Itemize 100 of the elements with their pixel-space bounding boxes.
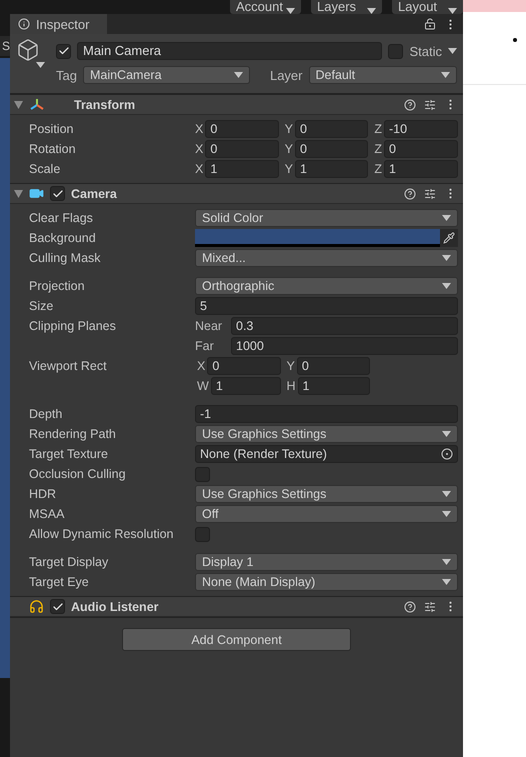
checkbox[interactable] <box>195 466 210 482</box>
tag-dropdown[interactable]: MainCamera <box>82 66 250 84</box>
dropdown-arrow-icon <box>234 72 243 78</box>
help-icon[interactable] <box>404 98 416 110</box>
axes-icon <box>29 98 45 112</box>
dropdown-arrow-icon <box>442 579 451 585</box>
enabled-checkbox[interactable] <box>50 599 65 614</box>
add-component-button[interactable]: Add Component <box>122 628 351 651</box>
active-checkbox[interactable] <box>56 44 71 58</box>
axis-label: X <box>197 359 206 373</box>
dropdown[interactable]: Orthographic <box>195 277 458 295</box>
inspector-tab[interactable]: Inspector <box>10 14 108 34</box>
property-label: Clear Flags <box>29 211 94 225</box>
axis-label: W <box>197 379 209 393</box>
layer-label: Layer <box>270 68 302 82</box>
field-label: Near <box>195 319 224 333</box>
camera-icon <box>29 186 44 201</box>
name-field[interactable]: Main Camera <box>77 42 382 60</box>
property-label: Background <box>29 231 97 245</box>
number-field[interactable]: 1 <box>298 377 370 395</box>
headphones-icon <box>29 599 44 614</box>
property-label: Rendering Path <box>29 427 117 441</box>
number-field[interactable]: 1 <box>295 160 368 178</box>
dropdown-arrow-icon <box>442 511 451 517</box>
property-label: Scale <box>29 162 62 176</box>
lock-icon[interactable] <box>424 18 436 30</box>
dropdown-arrow-icon <box>442 215 451 221</box>
checkbox[interactable] <box>195 526 210 542</box>
property-label: Target Eye <box>29 575 90 589</box>
axis-label: H <box>286 379 296 393</box>
component-header[interactable]: Camera <box>10 183 463 204</box>
presets-icon[interactable] <box>424 600 436 612</box>
layer-dropdown[interactable]: Default <box>308 66 457 84</box>
number-field[interactable]: 5 <box>195 297 458 315</box>
dropdown-arrow-icon <box>448 8 457 14</box>
dropdown[interactable]: Solid Color <box>195 209 458 227</box>
toolbar-dropdown[interactable]: Account <box>230 0 301 14</box>
property-label: Culling Mask <box>29 251 102 265</box>
dropdown[interactable]: None (Main Display) <box>195 573 458 591</box>
info-icon <box>18 18 30 30</box>
property-label: Rotation <box>29 142 77 156</box>
axis-label: Y <box>284 142 294 156</box>
tag-label: Tag <box>56 68 77 82</box>
dropdown[interactable]: Use Graphics Settings <box>195 485 458 503</box>
number-field[interactable]: 1 <box>210 377 280 395</box>
axis-label: Z <box>374 142 382 156</box>
foldout-arrow-icon[interactable] <box>14 190 23 198</box>
number-field[interactable]: -1 <box>195 405 458 423</box>
axis-label: Z <box>374 122 382 136</box>
dropdown[interactable]: Display 1 <box>195 553 458 571</box>
axis-label: Y <box>284 122 294 136</box>
dropdown-arrow-icon[interactable] <box>36 62 45 68</box>
object-field[interactable]: None (Render Texture) <box>195 445 458 463</box>
toolbar-dropdown[interactable]: Layout <box>392 0 463 14</box>
property-label: MSAA <box>29 507 66 521</box>
panel-tab-label[interactable]: S <box>0 36 10 56</box>
dropdown-arrow-icon <box>442 283 451 289</box>
dropdown[interactable]: Use Graphics Settings <box>195 425 458 443</box>
number-field[interactable]: 0 <box>295 120 368 138</box>
foldout-arrow-icon[interactable] <box>14 100 23 108</box>
number-field[interactable]: -10 <box>384 120 458 138</box>
eyedropper-icon[interactable] <box>443 232 455 244</box>
presets-icon[interactable] <box>424 98 436 110</box>
help-icon[interactable] <box>404 188 416 200</box>
property-label: Depth <box>29 407 64 421</box>
component-header[interactable]: Transform <box>10 94 463 115</box>
target-icon[interactable] <box>441 448 453 460</box>
dropdown-arrow-icon <box>448 48 457 54</box>
toolbar-dropdown[interactable]: Layers <box>311 0 382 14</box>
axis-label: Z <box>374 162 382 176</box>
axis-label: X <box>195 142 204 156</box>
number-field[interactable]: 1 <box>384 160 458 178</box>
property-label: Target Texture <box>29 447 109 461</box>
number-field[interactable]: 0 <box>205 140 279 158</box>
axis-label: Y <box>284 162 294 176</box>
header-strip <box>463 0 526 12</box>
property-label: Allow Dynamic Resolution <box>29 527 175 541</box>
presets-icon[interactable] <box>424 188 436 200</box>
dot <box>513 38 517 42</box>
dropdown[interactable]: Off <box>195 505 458 523</box>
number-field[interactable]: 0 <box>296 357 370 375</box>
number-field[interactable]: 0 <box>205 120 279 138</box>
property-label: Position <box>29 122 74 136</box>
dropdown-arrow-icon <box>442 559 451 565</box>
help-icon[interactable] <box>404 600 416 612</box>
property-label: Size <box>29 299 54 313</box>
number-field[interactable]: 0.3 <box>231 317 458 335</box>
number-field[interactable]: 1 <box>205 160 279 178</box>
component-header[interactable]: Audio Listener <box>10 596 463 617</box>
static-checkbox[interactable] <box>388 44 404 58</box>
property-label: Occlusion Culling <box>29 467 127 481</box>
number-field[interactable]: 0 <box>384 140 458 158</box>
number-field[interactable]: 0 <box>295 140 368 158</box>
dropdown-arrow-icon <box>286 8 295 14</box>
number-field[interactable]: 0 <box>207 357 280 375</box>
enabled-checkbox[interactable] <box>50 186 65 201</box>
dropdown-arrow-icon <box>367 8 376 14</box>
number-field[interactable]: 1000 <box>231 337 458 355</box>
dropdown-arrow-icon <box>442 431 451 437</box>
dropdown[interactable]: Mixed... <box>195 249 458 267</box>
